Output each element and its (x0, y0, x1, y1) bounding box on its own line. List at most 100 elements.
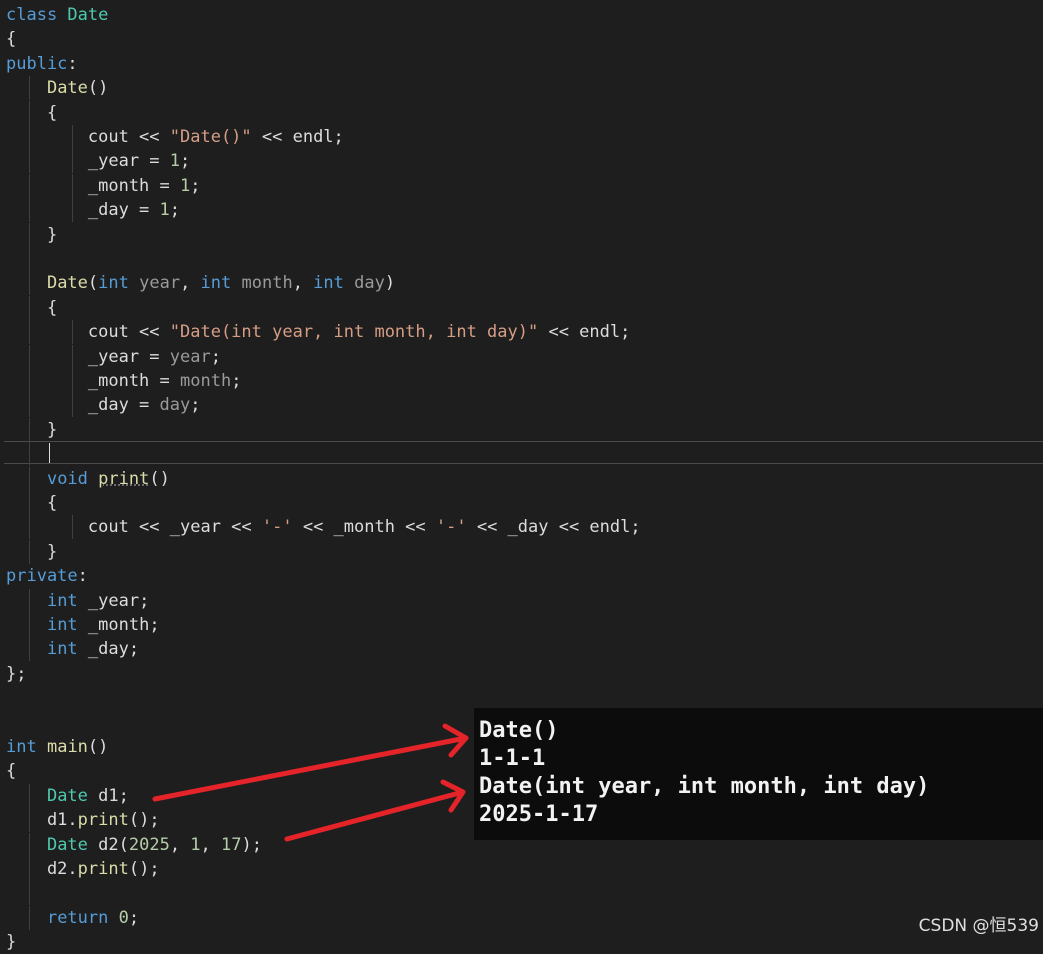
code-text: }; (6, 662, 26, 686)
code-token: void (46, 468, 88, 489)
code-line[interactable]: { (0, 27, 1043, 51)
code-text: { (6, 296, 57, 320)
code-text: int _month; (6, 613, 160, 637)
code-line[interactable]: { (0, 100, 1043, 125)
code-text: } (6, 540, 57, 564)
code-line[interactable]: { (0, 295, 1043, 320)
code-token: int (46, 590, 78, 611)
code-token: month (180, 371, 232, 391)
code-text: { (6, 759, 16, 783)
code-line[interactable]: } (0, 222, 1043, 247)
code-text: } (6, 418, 57, 442)
code-token: cout << (6, 127, 170, 147)
code-line[interactable]: return 0; (0, 905, 1043, 930)
code-line[interactable]: Date(int year, int month, int day) (0, 271, 1043, 296)
code-token: () (149, 468, 170, 489)
code-line[interactable]: public: (0, 52, 1043, 76)
code-line[interactable] (0, 247, 1043, 271)
code-token: ); (241, 834, 262, 855)
code-line[interactable]: int _year; (0, 588, 1043, 613)
code-text: _month = month; (6, 369, 242, 393)
code-line[interactable]: cout << _year << '-' << _month << '-' <<… (0, 515, 1043, 540)
code-token: 17 (221, 834, 242, 855)
code-token: return (46, 907, 109, 928)
code-line[interactable]: int _month; (0, 613, 1043, 637)
code-token: _month = (6, 175, 180, 196)
code-token: int (313, 273, 344, 294)
code-line[interactable]: _year = year; (0, 344, 1043, 369)
console-output-window: Date() 1-1-1 Date(int year, int month, i… (474, 708, 1043, 840)
code-token: 1 (169, 151, 181, 172)
code-token: { (6, 29, 17, 50)
code-token: ) (384, 273, 396, 294)
code-text: int main() (6, 735, 108, 759)
console-line: Date(int year, int month, int day) (479, 774, 930, 799)
code-token: (); (128, 810, 160, 831)
code-token: day (159, 395, 191, 416)
code-text: d2.print(); (6, 857, 160, 881)
code-token: d1. (6, 810, 78, 831)
code-token: d2( (87, 834, 129, 855)
code-token: Date (46, 834, 88, 855)
code-token: 1 (190, 834, 201, 855)
code-line[interactable]: } (0, 539, 1043, 564)
code-token: "Date()" (169, 127, 252, 147)
code-text: d1.print(); (6, 808, 160, 832)
code-token: << _month << (292, 517, 436, 538)
code-line[interactable]: _month = month; (0, 369, 1043, 393)
code-line[interactable]: _year = 1; (0, 149, 1043, 174)
code-token: , (169, 834, 191, 855)
code-line[interactable]: cout << "Date(int year, int month, int d… (0, 320, 1043, 345)
code-line[interactable]: } (0, 417, 1043, 442)
code-line[interactable]: void print() (0, 466, 1043, 491)
code-token: Date (46, 785, 88, 806)
code-line[interactable]: class Date (0, 3, 1043, 27)
code-token: print (77, 810, 129, 831)
code-token: year (128, 273, 181, 294)
code-token: (); (128, 859, 160, 879)
code-token: , (180, 273, 201, 294)
code-token: { (6, 102, 58, 123)
code-token: ; (190, 175, 201, 196)
code-token: 1 (159, 200, 170, 221)
code-text: cout << "Date()" << endl; (6, 125, 344, 149)
code-token: int (46, 639, 78, 660)
code-line[interactable]: int _day; (0, 637, 1043, 662)
code-line[interactable]: _day = day; (0, 393, 1043, 418)
code-token: 0 (118, 907, 129, 928)
code-token: print (77, 859, 129, 879)
code-token: _day = (6, 395, 160, 416)
code-text: } (6, 223, 57, 247)
code-line[interactable]: _month = 1; (0, 173, 1043, 198)
code-line[interactable]: _day = 1; (0, 198, 1043, 223)
code-token: _month; (77, 615, 160, 635)
code-text: Date d2(2025, 1, 17); (6, 833, 262, 857)
code-token: ; (180, 151, 191, 172)
code-token: Date (46, 273, 88, 294)
code-token: d1; (87, 785, 129, 806)
code-line[interactable]: d2.print(); (0, 857, 1043, 881)
code-line[interactable]: { (0, 491, 1043, 515)
console-line: 2025-1-17 (479, 802, 599, 827)
code-line[interactable] (0, 442, 1043, 467)
code-line[interactable] (0, 881, 1043, 906)
code-line[interactable]: } (0, 930, 1043, 954)
code-line[interactable]: }; (0, 662, 1043, 686)
code-token: { (6, 297, 58, 318)
code-text: int _year; (6, 589, 149, 613)
code-line[interactable]: cout << "Date()" << endl; (0, 125, 1043, 149)
code-token: "Date(int year, int month, int day)" (169, 322, 539, 343)
code-line[interactable]: Date() (0, 76, 1043, 101)
code-token: _year = (6, 346, 170, 367)
indent-guide (28, 442, 30, 467)
code-line[interactable] (0, 686, 1043, 710)
code-token: class (6, 5, 68, 25)
code-text: class Date (6, 3, 108, 27)
code-line[interactable]: private: (0, 564, 1043, 588)
